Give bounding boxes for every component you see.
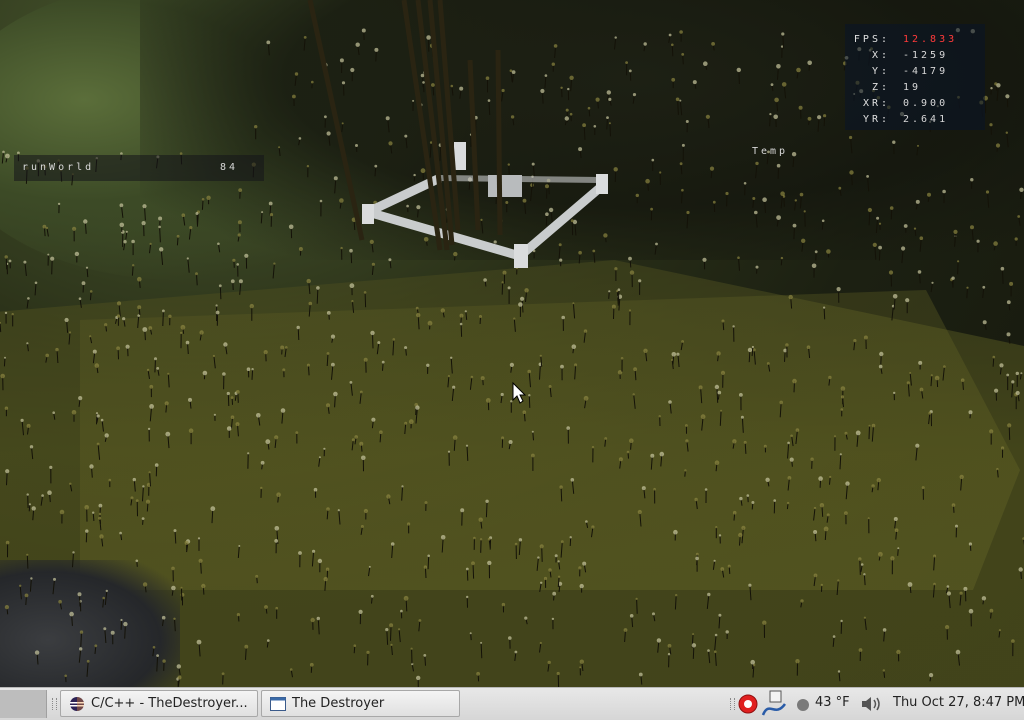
runworld-panel: runWorld 84 xyxy=(14,155,264,181)
stat-label: FPS: xyxy=(854,34,890,45)
stat-row: XR: 0.900 xyxy=(845,98,985,114)
stat-value: 0.900 xyxy=(903,98,948,109)
temperature-text[interactable]: 43 °F xyxy=(815,695,850,710)
task-eclipse-label: C/C++ - TheDestroyer... xyxy=(91,696,248,711)
stat-row: YR: 2.641 xyxy=(845,114,985,130)
clock[interactable]: Thu Oct 27, 8:47 PM xyxy=(893,695,1024,710)
taskbar-handle[interactable] xyxy=(52,698,57,710)
stat-value: 12.833 xyxy=(903,34,957,45)
runworld-label: runWorld xyxy=(22,162,94,173)
stat-row: Y: -4179 xyxy=(845,66,985,82)
weather-dot-icon[interactable] xyxy=(796,698,810,712)
game-viewport[interactable]: runWorld 84 Temp FPS: 12.833 X: -1259 Y: -417… xyxy=(0,0,1024,687)
tray-handle[interactable] xyxy=(730,698,735,710)
record-icon[interactable] xyxy=(738,694,758,714)
stat-label: Z: xyxy=(872,82,890,93)
mouse-cursor xyxy=(513,383,525,403)
task-destroyer-label: The Destroyer xyxy=(292,696,384,711)
task-the-destroyer[interactable]: The Destroyer xyxy=(261,690,460,717)
eclipse-icon xyxy=(69,696,85,712)
temp-label: Temp xyxy=(752,146,788,157)
tall-tree-trunks xyxy=(310,0,500,250)
stat-label: Y: xyxy=(872,66,890,77)
start-button[interactable] xyxy=(0,690,47,718)
taskbar: C/C++ - TheDestroyer... The Destroyer 43… xyxy=(0,687,1024,720)
stat-value: -4179 xyxy=(903,66,948,77)
stat-value: -1259 xyxy=(903,50,948,61)
task-eclipse[interactable]: C/C++ - TheDestroyer... xyxy=(60,690,258,717)
volume-icon[interactable] xyxy=(860,694,884,714)
stat-label: YR: xyxy=(863,114,890,125)
stat-row: X: -1259 xyxy=(845,50,985,66)
stats-panel: FPS: 12.833 X: -1259 Y: -4179 Z: 19 XR: 0.900 YR: 2… xyxy=(845,24,985,130)
stat-row: FPS: 12.833 xyxy=(845,34,985,50)
window-icon xyxy=(270,697,286,711)
stat-label: X: xyxy=(872,50,890,61)
stat-value: 2.641 xyxy=(903,114,948,125)
runworld-value: 84 xyxy=(220,162,238,173)
stat-label: XR: xyxy=(863,98,890,109)
stat-value: 19 xyxy=(903,82,921,93)
castle-walls xyxy=(362,142,608,268)
network-icon[interactable] xyxy=(761,690,787,718)
stat-row: Z: 19 xyxy=(845,82,985,98)
